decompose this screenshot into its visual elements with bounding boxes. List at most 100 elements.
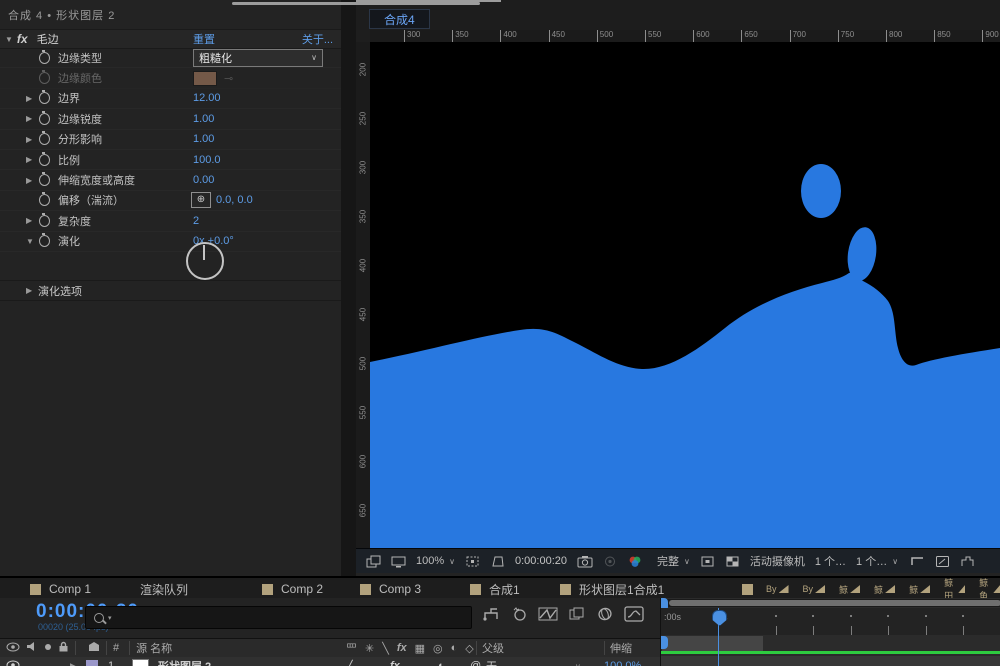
panel-tab-形状图层1合成1[interactable]: 形状图层1合成1 (560, 578, 664, 600)
effect-header-row[interactable]: ▼ fx 毛边 重置 关于... (0, 29, 341, 49)
parent-chevron-icon[interactable]: ∨ (575, 662, 581, 666)
evolution-options-row[interactable]: ▶ 演化选项 (0, 280, 341, 301)
edge-color-swatch[interactable] (193, 70, 217, 86)
region-of-interest-icon[interactable] (465, 555, 480, 568)
property-value[interactable]: 1.00 (193, 133, 214, 145)
graph-editor-icon[interactable] (624, 606, 644, 622)
effect-row-6[interactable]: ▶ 伸缩宽度或高度 0.00 (0, 170, 341, 191)
comp-square-icon[interactable] (742, 584, 753, 595)
effect-row-4[interactable]: ▶ 分形影响 1.00 (0, 130, 341, 150)
mini-comp-tab[interactable]: 鲸 (839, 583, 861, 596)
expand-triangle-icon[interactable]: ▶ (26, 155, 36, 164)
property-value[interactable]: 0.00 (193, 174, 214, 186)
threed-column-icon[interactable]: ◇ (465, 642, 473, 655)
stopwatch-icon[interactable] (39, 49, 50, 64)
timeline-search-input[interactable]: ▾ (85, 606, 472, 629)
layer-row[interactable]: ▶ 1 形状图层 2 ╱ fx ◐ @ 无 ∨ 100.0% (0, 657, 660, 666)
parent-column-header[interactable]: 父级 (482, 640, 504, 656)
stopwatch-icon[interactable] (39, 70, 50, 85)
parent-pickwhip-icon[interactable]: @ (470, 660, 481, 666)
effect-row-7[interactable]: 偏移（湍流） ⊕ 0.0, 0.0 (0, 191, 341, 212)
layer-name[interactable]: 形状图层 2 (158, 658, 211, 666)
out-bracket-icon[interactable] (661, 636, 668, 649)
effects-column-icon[interactable]: fx (397, 642, 407, 654)
property-value[interactable]: 1.00 (193, 113, 214, 125)
view-count-b[interactable]: 1 个… ∨ (856, 553, 898, 569)
reset-button[interactable]: 重置 (193, 31, 215, 47)
stopwatch-icon[interactable] (39, 90, 50, 105)
layer-label-color[interactable] (86, 660, 98, 666)
expand-triangle-icon[interactable]: ▶ (26, 135, 36, 144)
composition-tab[interactable]: 合成4 (369, 9, 430, 29)
panel-tab-渲染队列[interactable]: 渲染队列 (140, 578, 188, 600)
search-options-chevron-icon[interactable]: ▾ (108, 614, 112, 622)
index-column-header[interactable]: # (113, 642, 119, 654)
stopwatch-icon[interactable] (39, 172, 50, 187)
frame-blending-icon[interactable] (538, 606, 558, 622)
lock-icon[interactable] (58, 641, 69, 655)
layer-quality-icon[interactable]: ╱ (346, 660, 353, 666)
layer-fx-icon[interactable]: fx (390, 660, 400, 666)
layer-expand-triangle-icon[interactable]: ▶ (70, 661, 77, 666)
fast-previews-icon[interactable] (700, 555, 715, 568)
mini-comp-tab[interactable]: 鲸 (874, 583, 896, 596)
parent-select[interactable]: 无 (486, 658, 497, 666)
composition-canvas[interactable] (370, 42, 1000, 548)
resolution-select[interactable]: 完整 ∨ (657, 553, 690, 569)
eyedropper-icon[interactable]: ⊸ (224, 72, 233, 85)
show-snapshot-icon[interactable] (603, 555, 617, 568)
layer-visibility-eye-icon[interactable] (6, 660, 20, 666)
snapshot-camera-icon[interactable] (577, 555, 593, 568)
brainstorm-icon[interactable] (596, 606, 614, 622)
show-channels-icon[interactable] (627, 555, 643, 568)
mini-comp-tab[interactable]: 鲸 (909, 583, 931, 596)
effect-row-5[interactable]: ▶ 比例 100.0 (0, 150, 341, 171)
pixel-aspect-icon[interactable] (910, 555, 925, 568)
stretch-column-header[interactable]: 伸缩 (610, 640, 632, 656)
frame-blend-column-icon[interactable]: ▦ (415, 642, 425, 655)
property-value[interactable]: 100.0 (193, 154, 221, 166)
always-preview-icon[interactable] (366, 555, 381, 568)
layer-duration-track[interactable] (661, 656, 1000, 666)
expand-triangle-icon[interactable]: ▶ (26, 176, 36, 185)
exposure-icon[interactable] (935, 555, 950, 568)
stopwatch-icon[interactable] (39, 151, 50, 166)
expand-triangle-icon[interactable]: ▶ (26, 286, 38, 295)
panel-tab-comp-2[interactable]: Comp 2 (262, 578, 323, 600)
time-ruler[interactable]: :00s 01s (661, 608, 1000, 635)
effect-row-3[interactable]: ▶ 边缘锐度 1.00 (0, 109, 341, 130)
view-count-a[interactable]: 1 个… (815, 553, 846, 569)
mini-comp-tab[interactable]: By (803, 584, 826, 594)
magnification-select[interactable]: 100% ∨ (416, 555, 455, 567)
eye-icon[interactable] (6, 642, 20, 655)
vertical-ruler[interactable]: 200 250 300 350 400 450 500 550 600 650 (356, 42, 371, 548)
motion-blur-column-icon[interactable]: ◎ (433, 642, 443, 655)
viewer-timecode[interactable]: 0:00:00:20 (515, 555, 567, 567)
motion-blur-icon[interactable] (568, 606, 586, 622)
evolution-dial[interactable] (186, 242, 224, 280)
panel-tab-合成1[interactable]: 合成1 (470, 578, 520, 600)
layer-motion-blur-icon[interactable]: ◐ (438, 660, 445, 666)
timeline-h-scrollbar[interactable] (661, 599, 1000, 607)
stopwatch-icon[interactable] (39, 212, 50, 227)
transparency-grid-icon[interactable] (725, 555, 740, 568)
shy-icon[interactable]: 罒 (346, 640, 357, 656)
mask-visibility-icon[interactable] (490, 555, 505, 568)
label-color-icon[interactable] (88, 641, 100, 655)
expand-triangle-icon[interactable]: ▶ (26, 216, 36, 225)
property-value[interactable]: 0.0, 0.0 (216, 194, 253, 206)
effect-name[interactable]: 毛边 (37, 31, 59, 47)
effect-row-1[interactable]: 边缘颜色 ⊸ (0, 68, 341, 89)
effect-row-8[interactable]: ▶ 复杂度 2 (0, 211, 341, 232)
composition-mini-flowchart-icon[interactable] (482, 606, 500, 622)
mini-flowchart-icon[interactable] (960, 555, 975, 568)
edge-type-dropdown[interactable]: 粗糙化 ∨ (193, 48, 323, 67)
about-link[interactable]: 关于... (302, 31, 333, 47)
monitor-icon[interactable] (391, 555, 406, 568)
expand-triangle-icon[interactable]: ▶ (26, 114, 36, 123)
panel-drag-handle[interactable] (232, 2, 480, 5)
panel-tab-comp-1[interactable]: Comp 1 (30, 578, 91, 600)
live-update-icon[interactable] (510, 606, 528, 622)
collapse-transformations-icon[interactable]: ✳ (365, 642, 374, 655)
effect-row-2[interactable]: ▶ 边界 12.00 (0, 89, 341, 110)
